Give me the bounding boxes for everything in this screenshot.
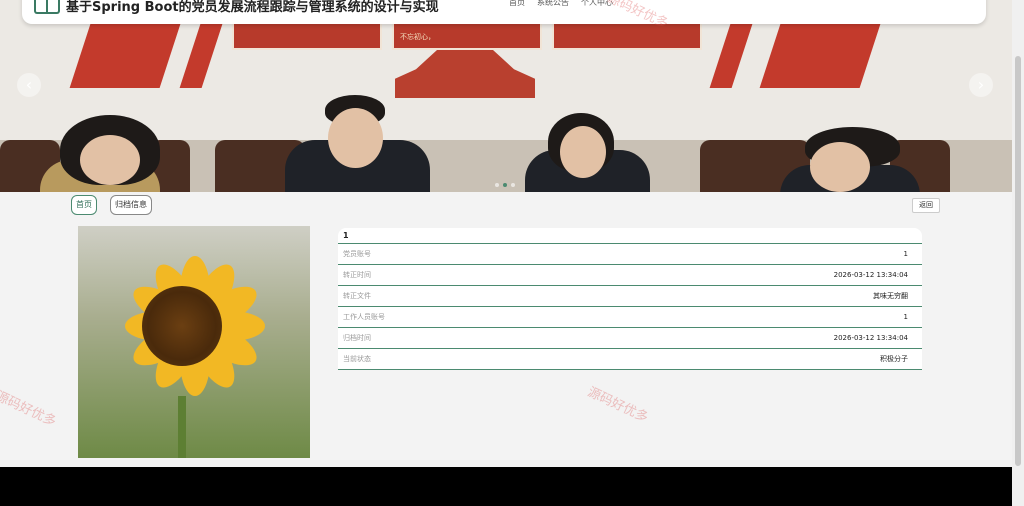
detail-row: 党员账号 1 [338,244,922,265]
detail-value: 其味无穷翻 [873,292,908,300]
banner-red-panel: 不忘初心， [392,22,542,50]
detail-value: 2026-03-12 13:34:04 [833,271,908,279]
carousel-next-button[interactable]: › [969,73,993,97]
carousel-dot[interactable] [511,183,515,187]
banner-red-stripe [759,24,881,88]
banner-red-panel [232,22,382,50]
person-face [80,135,140,185]
detail-row: 转正文件 其味无穷翻 [338,286,922,307]
detail-value: 1 [903,250,908,258]
page-scrollbar[interactable] [1012,0,1024,506]
bottom-area [0,467,1012,506]
detail-row: 当前状态 积极分子 [338,349,922,370]
sunflower-photo [78,226,310,458]
detail-row: 工作人员账号 1 [338,307,922,328]
detail-row: 转正时间 2026-03-12 13:34:04 [338,265,922,286]
watermark: 源码好优多 [585,384,651,426]
top-nav: 首页 系统公告 个人中心 [509,0,613,8]
banner-red-panel [552,22,702,50]
breadcrumb-current[interactable]: 归档信息 [110,195,152,215]
detail-label: 工作人员账号 [343,313,385,321]
detail-value: 2026-03-12 13:34:04 [833,334,908,342]
person-face [560,126,606,178]
page: 不忘初心， ‹ › 基于Spring Boot的党员发展流程跟踪与管理系统的设计… [0,0,1012,467]
top-header: 基于Spring Boot的党员发展流程跟踪与管理系统的设计与实现 首页 系统公… [22,0,986,24]
carousel-prev-button[interactable]: ‹ [17,73,41,97]
sunflower-center [142,286,222,366]
detail-value: 1 [903,313,908,321]
detail-label: 党员账号 [343,250,371,258]
site-title: 基于Spring Boot的党员发展流程跟踪与管理系统的设计与实现 [66,0,439,15]
banner-carousel: 不忘初心， ‹ › [0,0,1012,192]
chevron-right-icon: › [977,75,985,94]
archive-detail: 1 党员账号 1 转正时间 2026-03-12 13:34:04 转正文件 其… [338,228,922,370]
carousel-dot[interactable] [503,183,507,187]
detail-row: 归档时间 2026-03-12 13:34:04 [338,328,922,349]
detail-label: 转正文件 [343,292,371,300]
stem [178,396,186,458]
watermark: 源码好优多 [0,388,59,430]
nav-announcements[interactable]: 系统公告 [537,0,569,8]
chevron-left-icon: ‹ [25,75,33,94]
breadcrumb-home[interactable]: 首页 [71,195,97,215]
carousel-indicators [495,183,515,187]
banner-slogan: 不忘初心， [400,33,435,41]
book-logo-icon [34,0,60,14]
back-button[interactable]: 返回 [912,198,940,213]
carousel-dot[interactable] [495,183,499,187]
detail-value: 积极分子 [880,355,908,363]
detail-heading: 1 [338,228,922,244]
person-face [810,142,870,192]
detail-label: 转正时间 [343,271,371,279]
detail-label: 当前状态 [343,355,371,363]
detail-label: 归档时间 [343,334,371,342]
nav-home[interactable]: 首页 [509,0,525,8]
scrollbar-thumb[interactable] [1015,56,1021,466]
person-face [328,108,383,168]
